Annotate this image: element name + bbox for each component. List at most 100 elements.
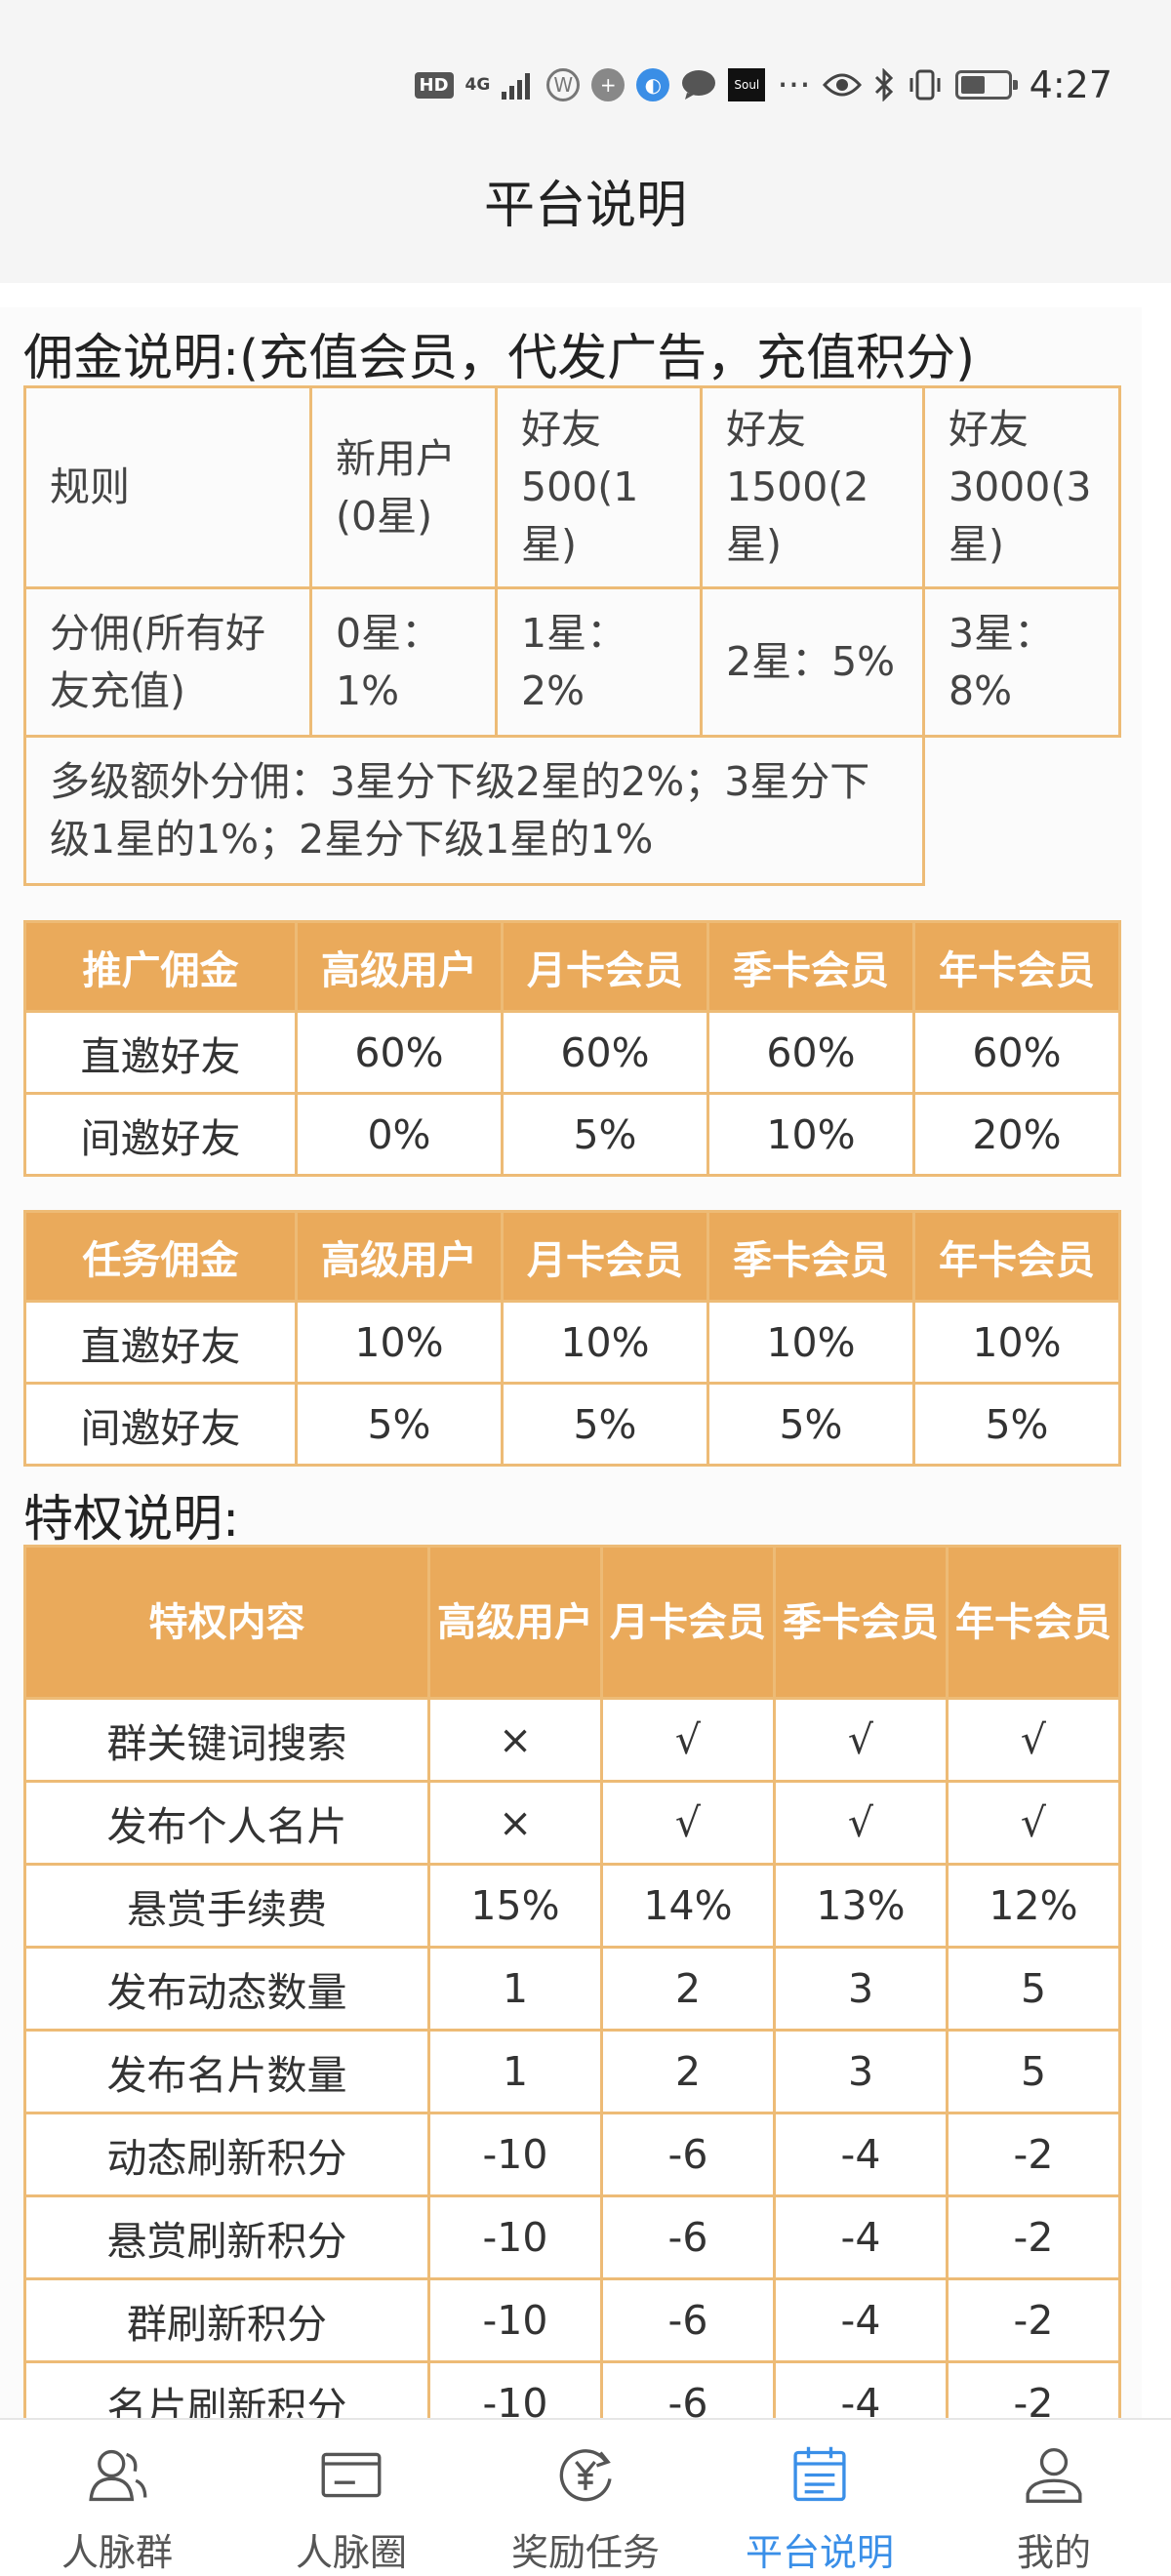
privilege-header-cell: 年卡会员 — [946, 1545, 1121, 1700]
table-cell: -6 — [600, 2277, 776, 2363]
status-bar: HD 4G W + ◐ Soul ··· 4:27 — [0, 0, 1171, 166]
app-notification-icon: W — [546, 68, 581, 101]
vibrate-icon — [907, 68, 944, 101]
rules-cell: 0星：1% — [309, 586, 498, 738]
table-cell: 5% — [912, 1382, 1121, 1467]
table-cell: √ — [946, 1697, 1121, 1783]
contacts-icon — [89, 2449, 147, 2502]
table-cell: 5% — [295, 1382, 504, 1467]
table-cell: 2 — [600, 2029, 776, 2114]
table-row: 名片刷新积分 -10 -6 -4 -2 — [23, 2360, 1121, 2420]
table-cell: -4 — [773, 2112, 949, 2197]
main-content[interactable]: 佣金说明:(充值会员，代发广告，充值积分) 规则 新用户(0星) 好友500(1… — [0, 283, 1171, 2420]
promotion-header-cell: 季卡会员 — [707, 920, 915, 1013]
tab-profile[interactable]: 我的 — [937, 2420, 1171, 2576]
table-cell: 直邀好友 — [23, 1010, 298, 1095]
rules-extra-row: 多级额外分佣：3星分下级2星的2%；3星分下级1星的1%；2星分下级1星的1% — [23, 735, 1120, 886]
table-cell: -10 — [427, 2360, 603, 2420]
table-cell: -2 — [946, 2360, 1121, 2420]
table-cell: -10 — [427, 2194, 603, 2280]
network-type: 4G — [464, 75, 491, 95]
privilege-header-cell: 月卡会员 — [600, 1545, 776, 1700]
table-cell: -10 — [427, 2277, 603, 2363]
table-row: 群关键词搜索 × √ √ √ — [23, 1697, 1121, 1783]
rules-header-cell: 好友3000(3星) — [922, 385, 1121, 589]
table-cell: 60% — [707, 1010, 915, 1095]
bluetooth-icon — [873, 68, 895, 101]
tab-label: 人脉圈 — [295, 2531, 407, 2574]
table-cell: 悬赏刷新积分 — [23, 2194, 430, 2280]
table-row: 发布个人名片 × √ √ √ — [23, 1780, 1121, 1866]
table-cell: 10% — [707, 1092, 915, 1177]
table-cell: √ — [600, 1697, 776, 1783]
privilege-header-cell: 特权内容 — [23, 1545, 430, 1700]
table-cell: -4 — [773, 2277, 949, 2363]
table-cell: 10% — [501, 1300, 709, 1385]
table-cell: -4 — [773, 2360, 949, 2420]
table-cell: 5% — [707, 1382, 915, 1467]
table-cell: √ — [946, 1780, 1121, 1866]
table-cell: 间邀好友 — [23, 1092, 298, 1177]
table-cell: 13% — [773, 1863, 949, 1949]
chat-notification-icon — [681, 69, 716, 101]
card-icon — [321, 2452, 382, 2498]
rules-header-cell: 好友500(1星) — [495, 385, 703, 589]
rules-cell: 1星：2% — [495, 586, 703, 738]
task-header-cell: 年卡会员 — [912, 1210, 1121, 1303]
tab-contacts-circle[interactable]: 人脉圈 — [234, 2420, 468, 2576]
table-cell: 5 — [946, 1946, 1121, 2032]
promotion-header-row: 推广佣金 高级用户 月卡会员 季卡会员 年卡会员 — [23, 920, 1121, 1013]
table-row: 悬赏刷新积分 -10 -6 -4 -2 — [23, 2194, 1121, 2280]
hd-icon: HD — [414, 71, 454, 99]
table-cell: 间邀好友 — [23, 1382, 298, 1467]
rules-header-cell: 新用户(0星) — [309, 385, 498, 589]
table-cell: 发布个人名片 — [23, 1780, 430, 1866]
table-cell: 1 — [427, 2029, 603, 2114]
table-cell: × — [427, 1697, 603, 1783]
rules-cell: 分佣(所有好友充值) — [23, 586, 312, 738]
rules-header-cell: 好友1500(2星) — [700, 385, 925, 589]
tab-label: 我的 — [1016, 2531, 1091, 2574]
reward-icon — [559, 2449, 612, 2502]
tab-label: 人脉群 — [61, 2531, 173, 2574]
table-cell: 10% — [912, 1300, 1121, 1385]
content-scroll-area[interactable]: 佣金说明:(充值会员，代发广告，充值积分) 规则 新用户(0星) 好友500(1… — [0, 307, 1142, 2420]
table-cell: -6 — [600, 2360, 776, 2420]
table-row: 动态刷新积分 -10 -6 -4 -2 — [23, 2112, 1121, 2197]
table-cell: 直邀好友 — [23, 1300, 298, 1385]
table-cell: √ — [600, 1780, 776, 1866]
table-row: 直邀好友 60% 60% 60% 60% — [23, 1010, 1121, 1095]
rules-cell: 2星：5% — [700, 586, 925, 738]
table-cell: 5% — [501, 1382, 709, 1467]
privilege-header-cell: 高级用户 — [427, 1545, 603, 1700]
table-cell: 发布名片数量 — [23, 2029, 430, 2114]
table-cell: 10% — [707, 1300, 915, 1385]
commission-heading: 佣金说明:(充值会员，代发广告，充值积分) — [23, 330, 975, 387]
tab-contacts-group[interactable]: 人脉群 — [0, 2420, 234, 2576]
table-row: 发布名片数量 1 2 3 5 — [23, 2029, 1121, 2114]
table-row: 悬赏手续费 15% 14% 13% 12% — [23, 1863, 1121, 1949]
promotion-header-cell: 推广佣金 — [23, 920, 298, 1013]
tab-reward-tasks[interactable]: 奖励任务 — [468, 2420, 703, 2576]
browser-notification-icon: ◐ — [636, 68, 670, 101]
more-notifications: ··· — [777, 64, 811, 105]
privilege-table: 特权内容 高级用户 月卡会员 季卡会员 年卡会员 群关键词搜索 × √ √ √ … — [23, 1545, 1121, 2420]
table-cell: 发布动态数量 — [23, 1946, 430, 2032]
tab-label: 平台说明 — [745, 2531, 894, 2574]
table-row: 间邀好友 5% 5% 5% 5% — [23, 1382, 1121, 1467]
promotion-header-cell: 月卡会员 — [501, 920, 709, 1013]
table-cell: 群刷新积分 — [23, 2277, 430, 2363]
add-notification-icon: + — [591, 68, 626, 101]
table-cell: × — [427, 1780, 603, 1866]
table-cell: 5% — [501, 1092, 709, 1177]
tab-platform-info[interactable]: 平台说明 — [703, 2420, 937, 2576]
table-cell: 12% — [946, 1863, 1121, 1949]
table-cell: 2 — [600, 1946, 776, 2032]
signal-icon — [502, 70, 535, 100]
table-cell: 1 — [427, 1946, 603, 2032]
bottom-tab-bar: 人脉群 人脉圈 奖励任务 平台说明 我的 — [0, 2418, 1171, 2576]
privilege-heading: 特权说明: — [23, 1491, 240, 1549]
profile-icon — [1026, 2447, 1082, 2504]
promotion-commission-table: 推广佣金 高级用户 月卡会员 季卡会员 年卡会员 直邀好友 60% 60% 60… — [23, 920, 1121, 1177]
table-cell: 60% — [295, 1010, 504, 1095]
